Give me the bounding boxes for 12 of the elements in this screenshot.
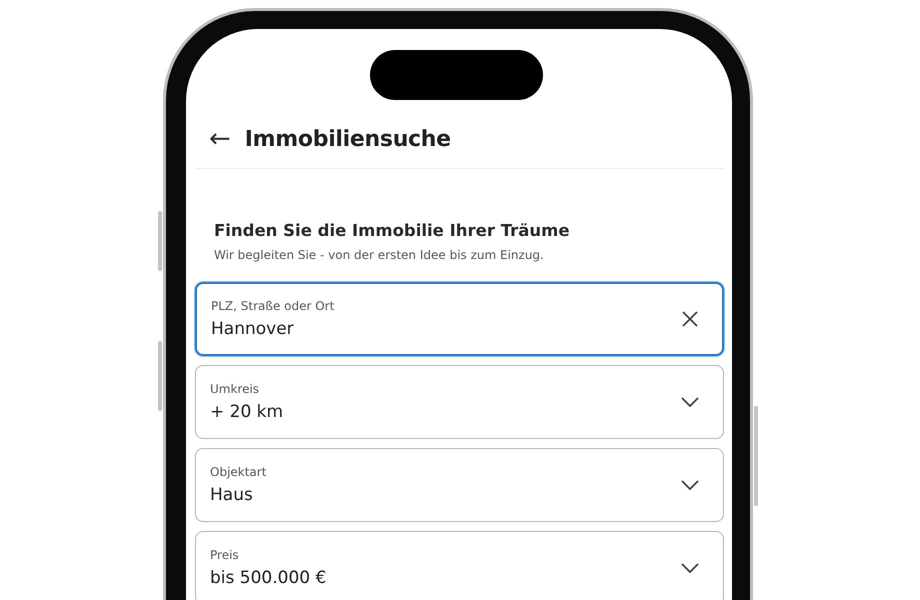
dropdown-field[interactable]: Objektart Haus: [195, 448, 724, 522]
input-field[interactable]: PLZ, Straße oder Ort Hannover: [195, 282, 724, 356]
chevron-down-icon: [681, 397, 699, 407]
section-heading: Finden Sie die Immobilie Ihrer Träume: [213, 221, 571, 240]
clear-icon[interactable]: [682, 311, 698, 327]
back-button[interactable]: ←: [209, 126, 231, 152]
section-subtitle: Wir begleiten Sie - von der ersten Idee bis zum Einzug.: [213, 248, 545, 262]
dropdown-field[interactable]: Umkreis + 20 km: [195, 365, 724, 439]
page-title: Immobiliensuche: [244, 126, 451, 152]
chevron-down-icon: [681, 480, 699, 490]
dropdown-field[interactable]: Preis bis 500.000 €: [195, 531, 724, 600]
chevron-down-icon: [681, 563, 699, 573]
